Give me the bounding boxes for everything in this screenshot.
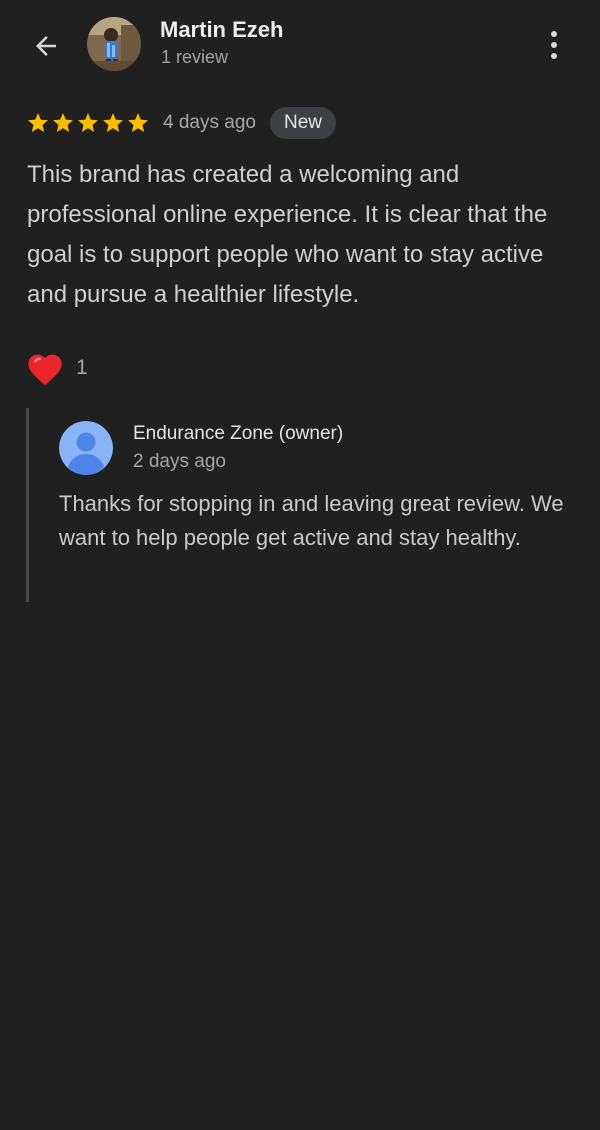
- owner-reply-time: 2 days ago: [133, 451, 226, 472]
- reviewer-avatar[interactable]: [87, 17, 141, 71]
- owner-name: Endurance Zone (owner): [133, 423, 344, 444]
- owner-avatar: [59, 421, 113, 475]
- like-row: 1: [24, 346, 88, 390]
- owner-reply: Endurance Zone (owner) 2 days ago Thanks…: [26, 408, 589, 602]
- more-vertical-icon: [551, 31, 557, 37]
- new-badge: New: [269, 107, 336, 139]
- reviewer-photo: [87, 17, 141, 71]
- more-vertical-icon-dot: [551, 42, 557, 48]
- arrow-left-icon: [36, 36, 56, 56]
- review-text: This brand has created a welcoming and p…: [27, 161, 548, 308]
- star-icon: [53, 113, 73, 132]
- reviewer-review-count: 1 review: [161, 47, 229, 67]
- review-time: 4 days ago: [163, 112, 256, 133]
- like-count: 1: [76, 356, 88, 379]
- star-icon: [28, 113, 48, 132]
- more-options-button[interactable]: [536, 25, 572, 65]
- review-header: Martin Ezeh 1 review: [0, 0, 600, 90]
- star-icon: [103, 113, 123, 132]
- star-icon: [128, 113, 148, 132]
- rating-row: 4 days ago New: [26, 105, 336, 141]
- star-icon: [78, 113, 98, 132]
- more-vertical-icon-dot: [551, 53, 557, 59]
- like-button[interactable]: [24, 347, 66, 389]
- person-icon: [59, 421, 113, 475]
- owner-reply-text: Thanks for stopping in and leaving great…: [59, 491, 564, 550]
- heart-icon: [28, 354, 62, 386]
- back-button[interactable]: [26, 26, 66, 66]
- star-rating: [26, 111, 150, 135]
- reviewer-name[interactable]: Martin Ezeh: [160, 17, 283, 43]
